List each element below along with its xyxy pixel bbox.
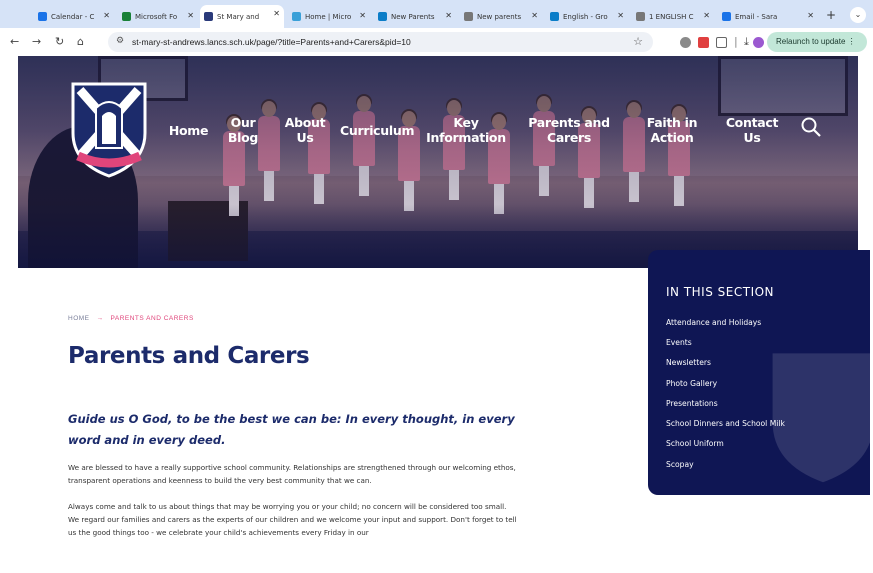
- section-link-presentations[interactable]: Presentations: [666, 399, 718, 408]
- nav-key-information[interactable]: Key Information: [426, 115, 506, 145]
- nav-about-us[interactable]: About Us: [282, 115, 328, 145]
- close-tab-icon[interactable]: ✕: [531, 11, 538, 20]
- breadcrumb-arrow-icon: →: [96, 315, 104, 322]
- browser-tab-active[interactable]: St Mary and ✕: [200, 5, 284, 28]
- browser-tab[interactable]: English - Gro ✕: [546, 7, 628, 26]
- close-tab-icon[interactable]: ✕: [359, 11, 366, 20]
- forms-favicon-icon: [122, 12, 131, 21]
- section-link-attendance[interactable]: Attendance and Holidays: [666, 318, 761, 327]
- section-link-events[interactable]: Events: [666, 338, 692, 347]
- browser-tab[interactable]: 1 ENGLISH C ✕: [632, 7, 714, 26]
- close-tab-icon[interactable]: ✕: [807, 11, 814, 20]
- close-tab-icon[interactable]: ✕: [103, 11, 110, 20]
- school-favicon-icon: [204, 12, 213, 21]
- breadcrumb: HOME → PARENTS AND CARERS: [68, 315, 194, 322]
- browser-tab[interactable]: New parents ✕: [460, 7, 542, 26]
- nav-our-blog[interactable]: Our Blog: [223, 115, 263, 145]
- section-link-photo-gallery[interactable]: Photo Gallery: [666, 379, 717, 388]
- url-text[interactable]: st-mary-st-andrews.lancs.sch.uk/page/?ti…: [132, 37, 411, 47]
- home-icon[interactable]: ⌂: [77, 35, 84, 48]
- onedrive-favicon-icon: [378, 12, 387, 21]
- back-icon[interactable]: ←: [10, 35, 19, 48]
- profile-avatar-icon[interactable]: [753, 37, 764, 48]
- intro-paragraph: We are blessed to have a really supporti…: [68, 463, 516, 485]
- forward-icon[interactable]: →: [32, 35, 41, 48]
- address-bar[interactable]: ⚙ st-mary-st-andrews.lancs.sch.uk/page/?…: [108, 32, 653, 52]
- download-icon[interactable]: ⤓: [744, 35, 749, 49]
- nav-contact-us[interactable]: Contact Us: [720, 115, 784, 145]
- browser-tab[interactable]: Calendar - C ✕: [34, 7, 114, 26]
- tab-search-icon[interactable]: ⌄: [850, 7, 866, 23]
- breadcrumb-home-link[interactable]: HOME: [68, 315, 90, 322]
- onedrive-favicon-icon: [550, 12, 559, 21]
- breadcrumb-current: PARENTS AND CARERS: [110, 315, 194, 322]
- close-tab-icon[interactable]: ✕: [445, 11, 452, 20]
- school-crest-logo[interactable]: [68, 78, 150, 178]
- close-tab-icon[interactable]: ✕: [273, 9, 280, 18]
- section-link-newsletters[interactable]: Newsletters: [666, 358, 711, 367]
- nav-curriculum[interactable]: Curriculum: [340, 123, 415, 138]
- browser-tab-strip: Calendar - C ✕ Microsoft Fo ✕ St Mary and ✕…: [0, 0, 873, 28]
- page-title: Parents and Carers: [68, 343, 310, 369]
- in-this-section-panel: IN THIS SECTION Attendance and Holidays …: [648, 250, 870, 495]
- browser-tab[interactable]: New Parents ✕: [374, 7, 456, 26]
- bookmark-star-icon[interactable]: ☆: [633, 35, 643, 48]
- calendar-favicon-icon: [38, 12, 47, 21]
- extensions-puzzle-icon[interactable]: [716, 37, 727, 48]
- site-info-icon[interactable]: ⚙: [116, 36, 124, 46]
- sharepoint-favicon-icon: [292, 12, 301, 21]
- new-tab-icon[interactable]: +: [826, 8, 836, 22]
- section-link-school-uniform[interactable]: School Uniform: [666, 439, 724, 448]
- toolbar-divider: |: [734, 35, 738, 48]
- nav-home[interactable]: Home: [166, 123, 211, 138]
- relaunch-button[interactable]: Relaunch to update ⋮: [767, 32, 867, 52]
- section-link-scopay[interactable]: Scopay: [666, 460, 694, 469]
- close-tab-icon[interactable]: ✕: [703, 11, 710, 20]
- outlook-favicon-icon: [722, 12, 731, 21]
- close-tab-icon[interactable]: ✕: [617, 11, 624, 20]
- nav-parents-and-carers[interactable]: Parents and Carers: [528, 115, 610, 145]
- hero-banner: Home Our Blog About Us Curriculum Key Infor…: [18, 56, 858, 268]
- school-motto: Guide us O God, to be the best we can be…: [68, 412, 515, 447]
- browser-tab[interactable]: Email - Sara ✕: [718, 7, 818, 26]
- close-tab-icon[interactable]: ✕: [187, 11, 194, 20]
- globe-favicon-icon: [636, 12, 645, 21]
- reload-icon[interactable]: ↻: [55, 35, 64, 48]
- watermark-crest-icon: [772, 353, 870, 483]
- browser-tab[interactable]: Microsoft Fo ✕: [118, 7, 198, 26]
- section-link-school-dinners[interactable]: School Dinners and School Milk: [666, 419, 785, 428]
- browser-toolbar: ← → ↻ ⌂ ⚙ st-mary-st-andrews.lancs.sch.u…: [0, 28, 873, 56]
- extension-icon[interactable]: [680, 37, 691, 48]
- search-icon[interactable]: [800, 116, 822, 138]
- section-heading: IN THIS SECTION: [666, 285, 775, 299]
- globe-favicon-icon: [464, 12, 473, 21]
- nav-faith-in-action[interactable]: Faith in Action: [638, 115, 706, 145]
- extension-red-icon[interactable]: [698, 37, 709, 48]
- intro-paragraph: Always come and talk to us about things …: [68, 502, 517, 537]
- browser-tab[interactable]: Home | Micro ✕: [288, 7, 370, 26]
